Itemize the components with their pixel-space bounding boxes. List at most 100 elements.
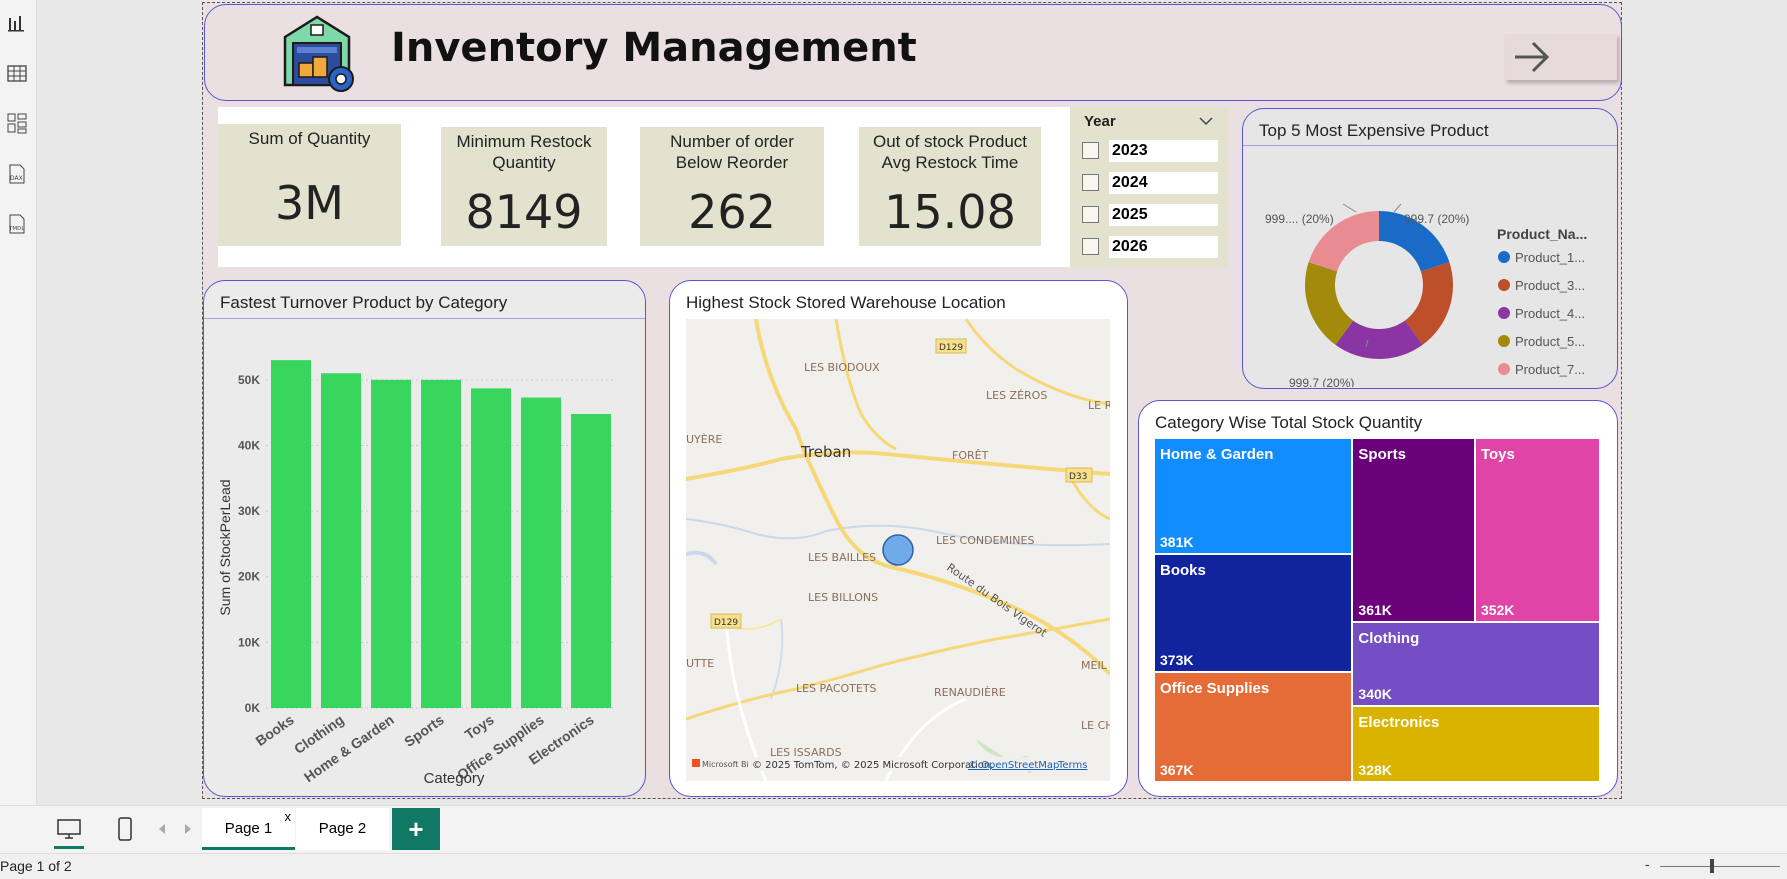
donut-slices — [1305, 211, 1453, 359]
legend-marker — [1498, 307, 1510, 319]
map-label: LES BAILLES — [808, 551, 876, 564]
bar[interactable] — [471, 388, 511, 708]
close-tab-icon[interactable]: x — [285, 796, 292, 838]
scroll-left-icon[interactable] — [156, 822, 168, 836]
checkbox[interactable] — [1082, 142, 1099, 159]
map-visual[interactable]: Highest Stock Stored Warehouse Location … — [669, 280, 1128, 797]
donut-chart-visual[interactable]: Top 5 Most Expensive Product 999.... (20… — [1242, 108, 1618, 389]
treemap-cell-label: Office Supplies — [1160, 679, 1270, 697]
map-canvas[interactable]: LES BIODOUX LES ZÉROS Treban FORÊT UYÈRE… — [686, 319, 1110, 781]
report-view-icon[interactable] — [5, 12, 29, 36]
legend-marker — [1498, 279, 1510, 291]
legend-item[interactable]: Product_7... — [1515, 362, 1585, 377]
treemap-cell[interactable]: Sports 361K — [1353, 439, 1474, 621]
page-indicator: Page 1 of 2 — [0, 858, 72, 874]
slicer-option-label: 2025 — [1109, 204, 1218, 226]
treemap-cell-label: Clothing — [1358, 630, 1420, 647]
tab-page-2[interactable]: Page 2 — [296, 808, 389, 850]
treemap-cell-value: 328K — [1358, 761, 1392, 778]
legend-item[interactable]: Product_3... — [1515, 278, 1585, 293]
add-page-button[interactable]: + — [392, 808, 440, 850]
x-tick-label: Home & Garden — [301, 711, 397, 785]
year-slicer: Year 2023 2024 2025 2026 — [1070, 107, 1228, 267]
warehouse-location-bubble[interactable] — [882, 534, 914, 566]
map-label: MEIL — [1081, 659, 1108, 672]
bar[interactable] — [321, 373, 361, 708]
zoom-out-button[interactable]: - — [1645, 856, 1650, 872]
kpi-card-sum-quantity[interactable]: Sum of Quantity 3M — [218, 124, 401, 246]
bar-chart-visual[interactable]: Fastest Turnover Product by Category 0K 1… — [203, 280, 646, 797]
dax-query-icon[interactable]: DAX — [5, 162, 29, 186]
treemap-cell[interactable]: Clothing 340K — [1353, 623, 1599, 705]
map-label: FORÊT — [952, 449, 989, 462]
map-label: LE CH — [1081, 719, 1110, 732]
y-tick-label: 50K — [238, 373, 260, 387]
page-title: Inventory Management — [391, 25, 917, 71]
bar[interactable] — [271, 360, 311, 708]
y-axis-title: Sum of StockPerLead — [217, 479, 233, 615]
map-label: LES BIODOUX — [804, 361, 880, 374]
checkbox[interactable] — [1082, 206, 1099, 223]
treemap-cell[interactable]: Office Supplies 367K — [1155, 672, 1352, 781]
map-label: LES ZÉROS — [986, 389, 1047, 402]
table-view-icon[interactable] — [5, 62, 29, 86]
view-sidebar: DAX TMDL — [0, 0, 37, 805]
legend-item[interactable]: Product_4... — [1515, 306, 1585, 321]
legend-item[interactable]: Product_1... — [1515, 250, 1585, 265]
bar[interactable] — [521, 397, 561, 708]
legend-item[interactable]: Product_5... — [1515, 334, 1585, 349]
kpi-card-min-restock[interactable]: Minimum Restock Quantity 8149 — [441, 127, 607, 246]
y-tick-label: 40K — [238, 438, 260, 452]
bar[interactable] — [421, 379, 461, 708]
bar[interactable] — [571, 413, 611, 708]
treemap-cell-value: 340K — [1358, 686, 1392, 702]
map-road-label: D33 — [1069, 472, 1087, 482]
treemap-cell-label: Books — [1160, 561, 1206, 579]
bar[interactable] — [371, 379, 411, 708]
legend-title: Product_Na... — [1497, 226, 1587, 242]
layout-selected-indicator — [54, 846, 84, 849]
map-road-label: D129 — [939, 343, 963, 353]
mobile-layout-icon[interactable] — [112, 814, 138, 844]
chevron-down-icon[interactable] — [1198, 115, 1214, 127]
model-view-icon[interactable] — [5, 111, 29, 135]
status-bar: Page 1 of 2 - — [0, 853, 1787, 879]
y-tick-label: 20K — [238, 570, 260, 584]
zoom-slider-track[interactable] — [1660, 866, 1780, 867]
checkbox[interactable] — [1082, 238, 1099, 255]
x-tick-label: Sports — [401, 711, 447, 750]
treemap-cell[interactable]: Books 373K — [1155, 554, 1352, 671]
openstreetmap-link[interactable]: © OpenStreetMap — [968, 760, 1059, 771]
kpi-label: Out of stock Product Avg Restock Time — [872, 132, 1027, 172]
zoom-slider-thumb[interactable] — [1710, 859, 1714, 873]
next-page-button[interactable] — [1505, 34, 1617, 80]
treemap-cell[interactable]: Toys 352K — [1475, 439, 1599, 621]
tab-page-1[interactable]: Page 1 x — [202, 808, 295, 850]
legend-marker — [1498, 251, 1510, 263]
kpi-card-avg-restock-time[interactable]: Out of stock Product Avg Restock Time 15… — [859, 127, 1041, 246]
pie-data-label: 999.7 (20%) — [1404, 212, 1469, 226]
treemap-cell[interactable]: Home & Garden 381K — [1155, 439, 1352, 553]
treemap-visual[interactable]: Category Wise Total Stock Quantity Home … — [1138, 400, 1618, 797]
tab-label: Page 1 — [224, 820, 273, 837]
pie-data-label: 999.... (20%) — [1265, 212, 1334, 226]
checkbox[interactable] — [1082, 174, 1099, 191]
tmdl-view-icon[interactable]: TMDL — [5, 212, 29, 236]
treemap: Home & Garden 381K Books 373K Office Supplie… — [1155, 439, 1601, 783]
map-attribution: © 2025 TomTom, © 2025 Microsoft Corporat… — [752, 760, 993, 771]
map-label: LES PACOTETS — [796, 682, 877, 695]
legend-marker — [1498, 363, 1510, 375]
kpi-card-orders-below-reorder[interactable]: Number of order Below Reorder 262 — [640, 127, 824, 246]
desktop-layout-icon[interactable] — [54, 814, 84, 844]
treemap-cell-value: 352K — [1480, 602, 1515, 618]
terms-link[interactable]: Terms — [1057, 760, 1087, 771]
treemap-cell-label: Sports — [1358, 446, 1406, 463]
y-tick-label: 0K — [245, 701, 261, 715]
treemap-cell-value: 367K — [1160, 761, 1194, 778]
treemap-cell[interactable]: Electronics 328K — [1353, 707, 1599, 781]
scroll-right-icon[interactable] — [182, 822, 194, 836]
chart-title: Fastest Turnover Product by Category — [220, 293, 508, 312]
treemap-cell-label: Home & Garden — [1160, 446, 1274, 463]
kpi-label: Number of order Below Reorder — [670, 132, 794, 172]
x-axis-title: Category — [424, 770, 485, 787]
